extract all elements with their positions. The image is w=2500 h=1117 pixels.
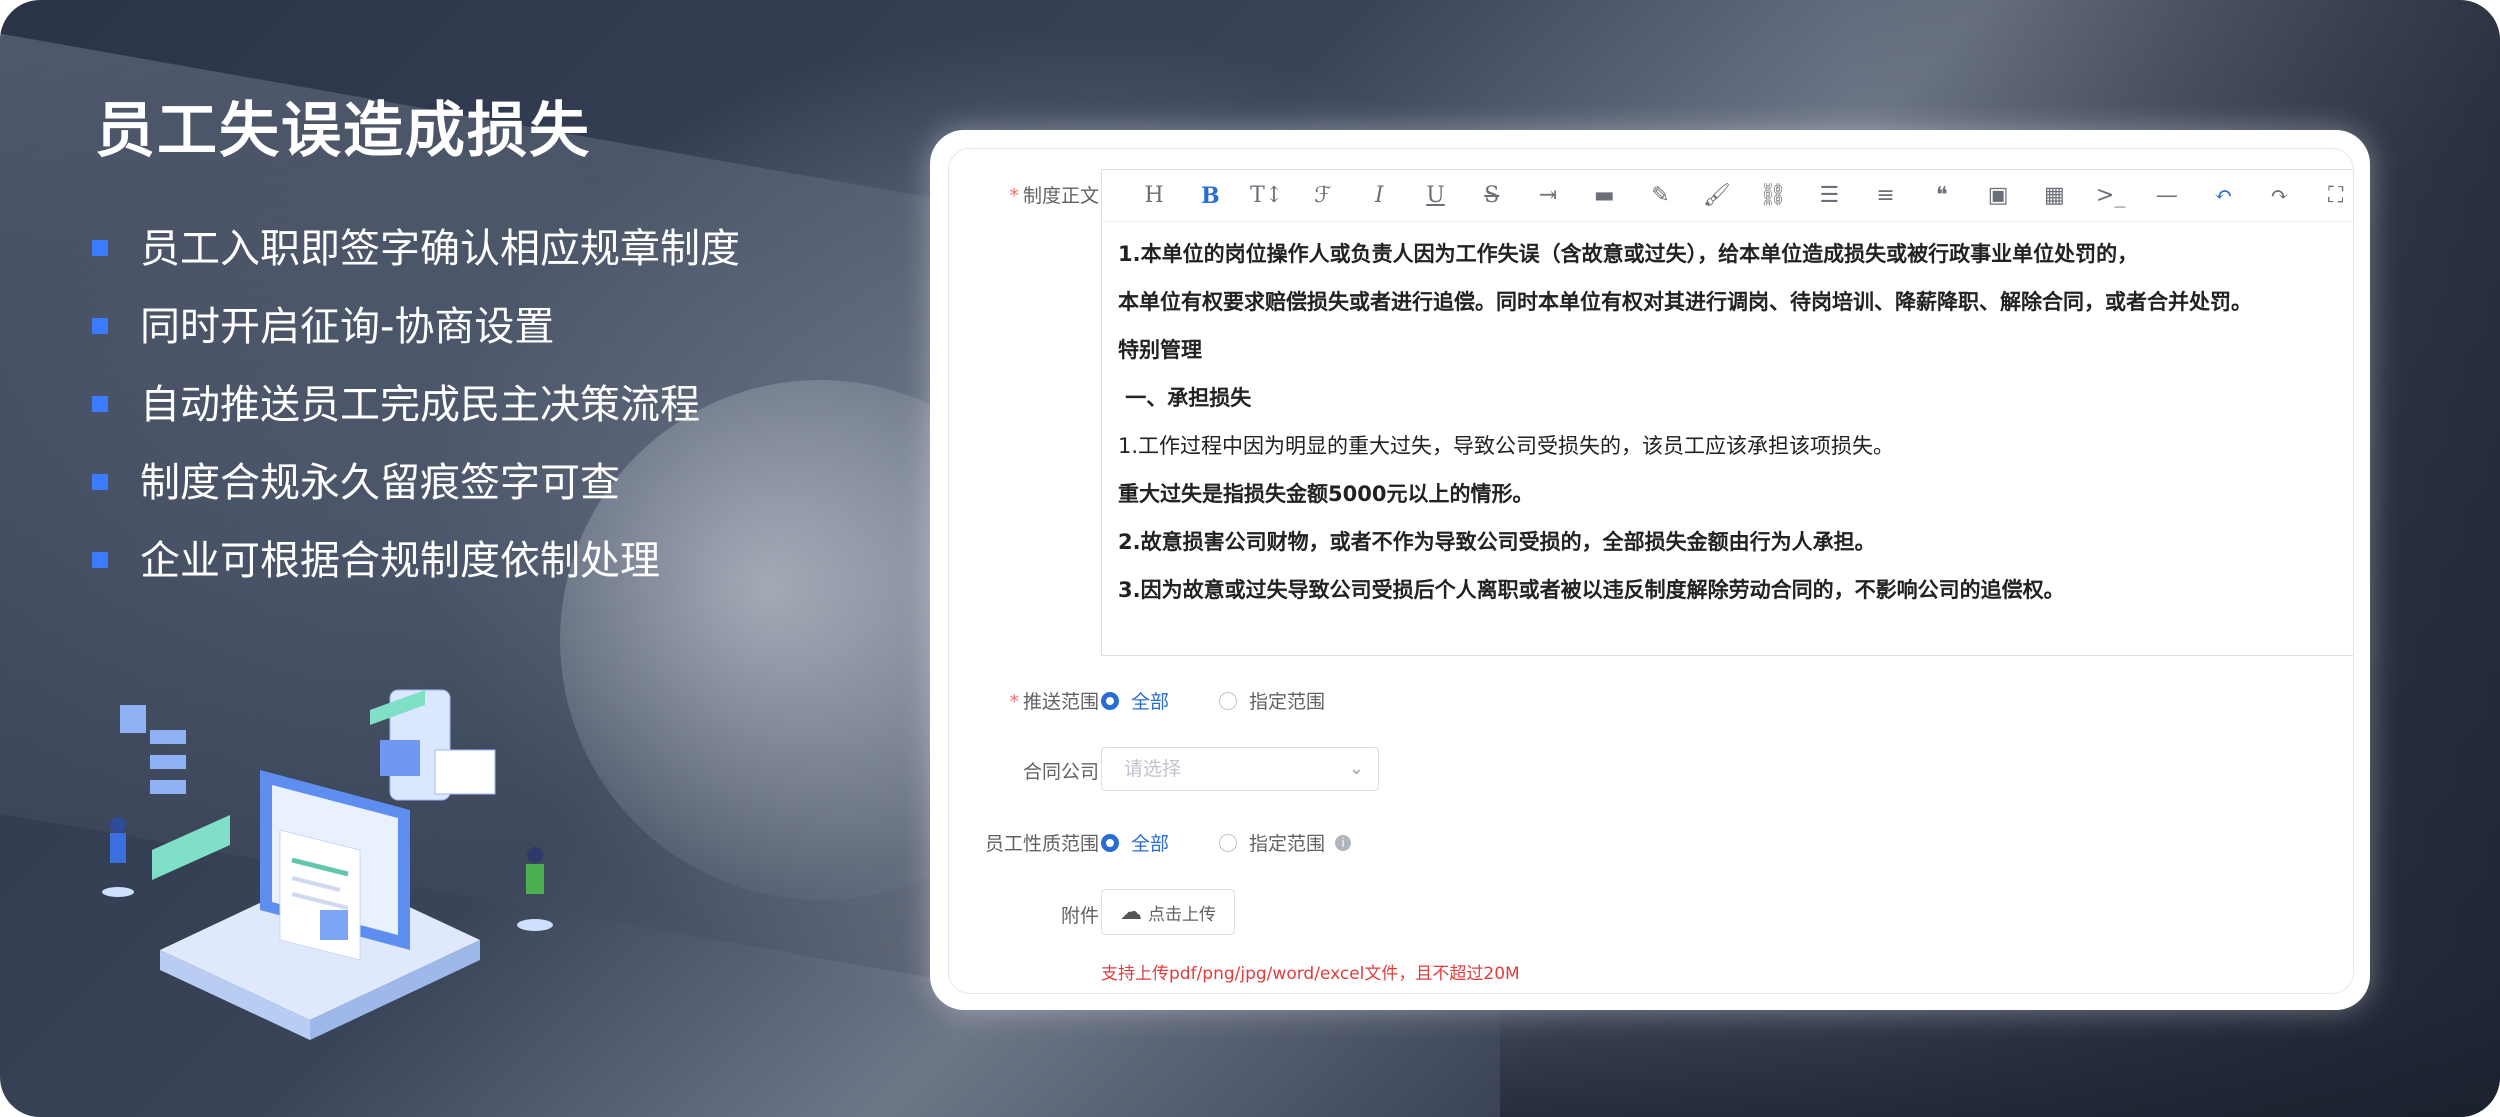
org-node: [120, 705, 146, 733]
heading-icon[interactable]: H: [1126, 176, 1182, 216]
feature-item: 自动推送员工完成民主决策流程: [92, 376, 740, 454]
quote-icon[interactable]: ❝: [1914, 176, 1970, 216]
font-family-icon[interactable]: ℱ: [1295, 176, 1351, 216]
feature-text: 同时开启征询-协商设置: [140, 304, 555, 350]
employee-type-custom-radio[interactable]: [1219, 833, 1238, 852]
upload-hint: 支持上传pdf/png/jpg/word/excel文件，且不超过20M: [1101, 964, 1520, 984]
stamp-icon: [320, 910, 348, 940]
upload-button-label: 点击上传: [1148, 904, 1216, 925]
underline-icon[interactable]: U: [1407, 176, 1463, 216]
person-shadow: [102, 887, 134, 897]
feature-text: 制度合规永久留痕签字可查: [140, 460, 620, 506]
contract-company-select[interactable]: 请选择 ⌄: [1101, 747, 1379, 791]
employee-type-all-label[interactable]: 全部: [1131, 829, 1169, 856]
italic-icon[interactable]: I: [1351, 176, 1407, 216]
org-node: [150, 755, 186, 769]
table-icon[interactable]: ▦: [2026, 176, 2082, 216]
push-scope-custom-label[interactable]: 指定范围: [1249, 687, 1325, 714]
chevron-down-icon: ⌄: [1348, 758, 1364, 779]
rich-text-editor[interactable]: H B T↕ ℱ I U S ⇥ ▬ ✎ 🖌 ⛓ ☰ ≡ ❝ ▣ ▦ >_ — …: [1101, 169, 2353, 656]
feature-text: 企业可根据合规制度依制处理: [140, 538, 660, 584]
push-scope-all-label[interactable]: 全部: [1131, 687, 1169, 714]
content-line: 一、承担损失: [1118, 386, 1252, 410]
chat-card: [152, 815, 230, 880]
feature-item: 员工入职即签字确认相应规章制度: [92, 220, 740, 298]
content-line: 3.因为故意或过失导致公司受损后个人离职或者被以违反制度解除劳动合同的，不影响公…: [1118, 578, 2065, 602]
indent-icon[interactable]: ⇥: [1520, 176, 1576, 216]
bullet-icon: [92, 396, 108, 412]
bullet-icon: [92, 552, 108, 568]
upload-button[interactable]: ☁ 点击上传: [1101, 889, 1235, 935]
org-node: [150, 730, 186, 744]
bullet-icon: [92, 318, 108, 334]
bullet-icon: [92, 240, 108, 256]
employee-type-custom-label[interactable]: 指定范围: [1249, 829, 1325, 856]
org-node: [150, 780, 186, 794]
person-head: [110, 817, 126, 833]
feature-list: 员工入职即签字确认相应规章制度 同时开启征询-协商设置 自动推送员工完成民主决策…: [92, 220, 740, 610]
feature-text: 员工入职即签字确认相应规章制度: [140, 226, 740, 272]
push-scope-custom-radio[interactable]: [1219, 691, 1238, 710]
font-color-icon[interactable]: ✎: [1632, 176, 1688, 216]
feature-text: 自动推送员工完成民主决策流程: [140, 382, 700, 428]
content-line: 1.本单位的岗位操作人或负责人因为工作失误（含故意或过失），给本单位造成损失或被…: [1118, 242, 2139, 266]
content-line: 2.故意损害公司财物，或者不作为导致公司受损的，全部损失金额由行为人承担。: [1118, 530, 1876, 554]
bullet-icon: [92, 474, 108, 490]
align-icon[interactable]: ≡: [1857, 176, 1913, 216]
content-line: 本单位有权要求赔偿损失或者进行追偿。同时本单位有权对其进行调岗、待岗培训、降薪降…: [1118, 290, 2252, 314]
redo-icon[interactable]: ↷: [2251, 176, 2307, 216]
employee-type-radio-group: 全部 指定范围 i: [1101, 829, 1352, 856]
office-illustration: [102, 689, 553, 1040]
editor-content[interactable]: 1.本单位的岗位操作人或负责人因为工作失误（含故意或过失），给本单位造成损失或被…: [1118, 230, 2348, 614]
cloud-upload-icon: ☁: [1120, 899, 1142, 925]
person-body: [526, 864, 544, 894]
editor-toolbar: H B T↕ ℱ I U S ⇥ ▬ ✎ 🖌 ⛓ ☰ ≡ ❝ ▣ ▦ >_ — …: [1102, 170, 2353, 222]
info-icon[interactable]: i: [1335, 834, 1352, 851]
banner-card: 员工失误造成损失 员工入职即签字确认相应规章制度 同时开启征询-协商设置 自动推…: [0, 0, 2500, 1117]
select-placeholder: 请选择: [1124, 758, 1182, 780]
font-size-icon[interactable]: T↕: [1239, 176, 1295, 216]
person-shadow: [517, 919, 553, 931]
push-scope-all-radio[interactable]: [1101, 691, 1119, 710]
contract-company-label: 合同公司: [1022, 761, 1099, 783]
line-height-icon[interactable]: ▬: [1576, 176, 1632, 216]
code-icon[interactable]: >_: [2083, 176, 2139, 216]
form-screenshot-panel: * 制度正文 H B T↕ ℱ I U S ⇥ ▬ ✎ 🖌 ⛓ ☰ ≡ ❝ ▣ …: [930, 130, 2370, 1010]
undo-icon[interactable]: ↶: [2195, 176, 2251, 216]
fullscreen-icon[interactable]: ⛶: [2308, 176, 2353, 216]
bullet-list-icon[interactable]: ☰: [1801, 176, 1857, 216]
push-scope-label: * 推送范围: [1009, 691, 1099, 713]
employee-type-all-radio[interactable]: [1101, 833, 1119, 852]
link-icon[interactable]: ⛓: [1745, 176, 1801, 216]
feature-item: 同时开启征询-协商设置: [92, 298, 740, 376]
image-icon[interactable]: ▣: [1970, 176, 2026, 216]
feature-item: 企业可根据合规制度依制处理: [92, 532, 740, 610]
employee-type-label: 员工性质范围: [984, 833, 1099, 855]
form-container: * 制度正文 H B T↕ ℱ I U S ⇥ ▬ ✎ 🖌 ⛓ ☰ ≡ ❝ ▣ …: [948, 148, 2354, 994]
policy-text-label: * 制度正文: [1009, 185, 1099, 207]
background-color-icon[interactable]: 🖌: [1689, 176, 1745, 216]
content-line: 1.工作过程中因为明显的重大过失，导致公司受损失的，该员工应该承担该项损失。: [1118, 434, 1895, 458]
content-line: 重大过失是指损失金额5000元以上的情形。: [1118, 482, 1534, 506]
attachment-label: 附件: [1060, 905, 1099, 927]
content-line: 特别管理: [1118, 338, 1202, 362]
feature-item: 制度合规永久留痕签字可查: [92, 454, 740, 532]
strikethrough-icon[interactable]: S: [1464, 176, 1520, 216]
person-head: [527, 847, 543, 863]
background-shadow-bottom: [1500, 1000, 2500, 1117]
profile-card: [434, 749, 496, 795]
person-body: [110, 833, 126, 863]
page-title: 员工失误造成损失: [95, 96, 591, 166]
bold-icon[interactable]: B: [1182, 176, 1238, 216]
play-card: [380, 740, 420, 776]
divider-icon[interactable]: —: [2139, 176, 2195, 216]
push-scope-radio-group: 全部 指定范围: [1101, 687, 1375, 714]
